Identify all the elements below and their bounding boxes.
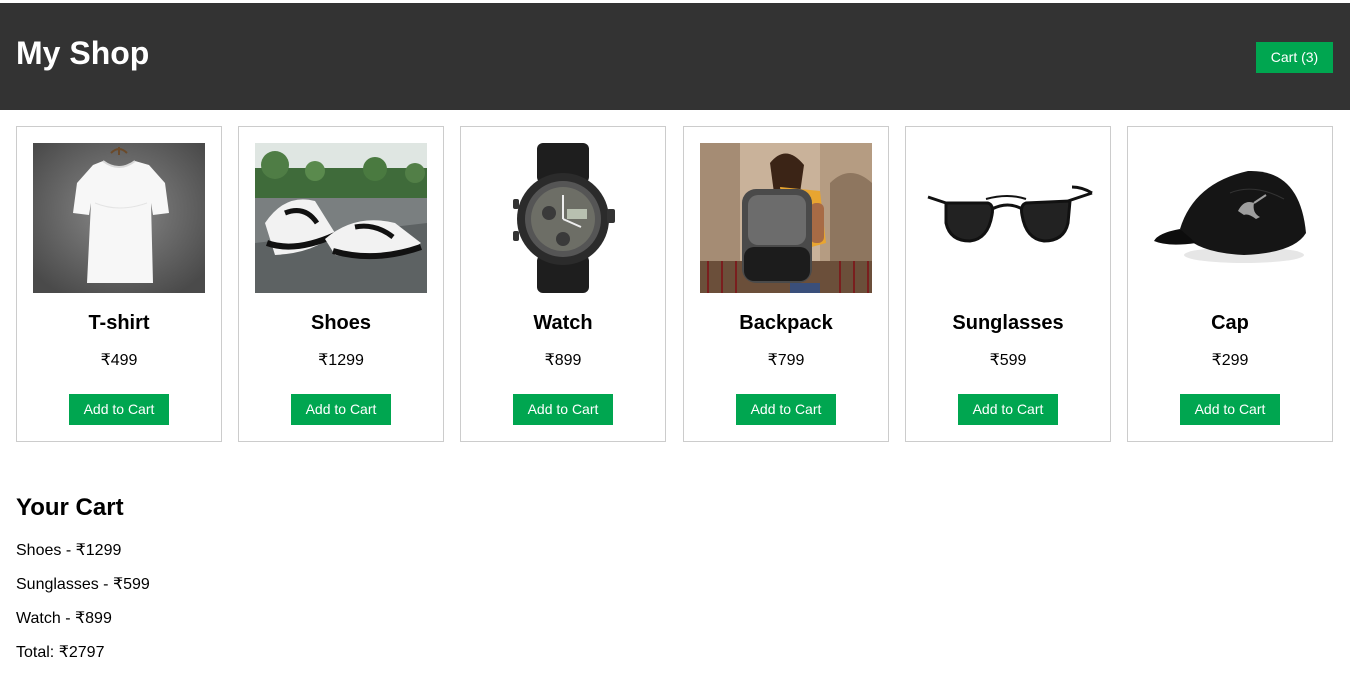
product-name: T-shirt bbox=[88, 312, 150, 334]
add-to-cart-button[interactable]: Add to Cart bbox=[513, 394, 613, 425]
product-card-sunglasses: Sunglasses ₹599 Add to Cart bbox=[905, 126, 1111, 442]
cart-heading: Your Cart bbox=[16, 494, 124, 521]
product-image-tshirt bbox=[33, 143, 205, 293]
product-image-cap bbox=[1144, 143, 1316, 293]
product-name: Sunglasses bbox=[952, 312, 1064, 334]
product-image-shoes bbox=[255, 143, 427, 293]
add-to-cart-button[interactable]: Add to Cart bbox=[1180, 394, 1280, 425]
product-card-watch: Watch ₹899 Add to Cart bbox=[460, 126, 666, 442]
product-price: ₹599 bbox=[989, 352, 1027, 369]
product-price: ₹899 bbox=[544, 352, 582, 369]
product-name: Watch bbox=[533, 312, 593, 334]
add-to-cart-button[interactable]: Add to Cart bbox=[291, 394, 391, 425]
product-price: ₹299 bbox=[1211, 352, 1249, 369]
product-card-cap: Cap ₹299 Add to Cart bbox=[1127, 126, 1333, 442]
product-name: Backpack bbox=[739, 312, 833, 334]
cart-item: Watch - ₹899 bbox=[16, 610, 112, 627]
product-image-sunglasses bbox=[922, 143, 1094, 293]
product-image-watch bbox=[477, 143, 649, 293]
product-price: ₹499 bbox=[100, 352, 138, 369]
product-price: ₹799 bbox=[767, 352, 805, 369]
product-card-backpack: Backpack ₹799 Add to Cart bbox=[683, 126, 889, 442]
product-image-backpack bbox=[700, 143, 872, 293]
cart-button[interactable]: Cart (3) bbox=[1256, 42, 1333, 73]
cart-total: Total: ₹2797 bbox=[16, 644, 105, 661]
cart-item: Sunglasses - ₹599 bbox=[16, 576, 150, 593]
product-name: Cap bbox=[1211, 312, 1249, 334]
add-to-cart-button[interactable]: Add to Cart bbox=[958, 394, 1058, 425]
add-to-cart-button[interactable]: Add to Cart bbox=[69, 394, 169, 425]
product-grid: T-shirt ₹499 Add to Cart Shoes ₹1299 Add… bbox=[16, 126, 1334, 442]
product-price: ₹1299 bbox=[318, 352, 364, 369]
product-name: Shoes bbox=[310, 312, 372, 334]
add-to-cart-button[interactable]: Add to Cart bbox=[736, 394, 836, 425]
cart-item: Shoes - ₹1299 bbox=[16, 542, 122, 559]
site-header: My Shop Cart (3) bbox=[0, 3, 1350, 110]
product-card-shoes: Shoes ₹1299 Add to Cart bbox=[238, 126, 444, 442]
shop-title: My Shop bbox=[16, 35, 150, 71]
product-card-tshirt: T-shirt ₹499 Add to Cart bbox=[16, 126, 222, 442]
